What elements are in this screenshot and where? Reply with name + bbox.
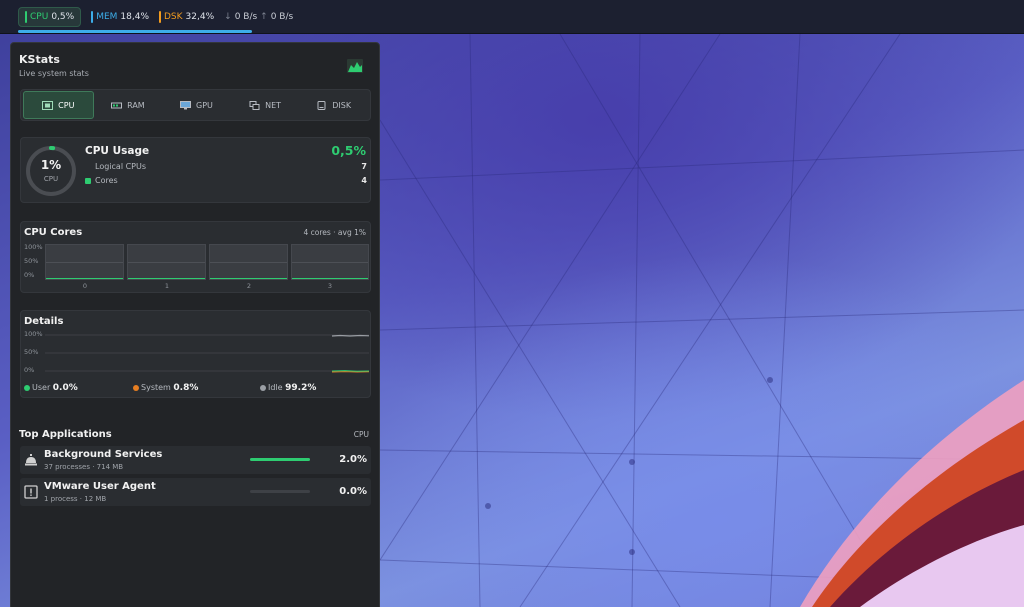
cpu-usage-card: 1% CPU CPU Usage 0,5% Logical CPUs 7 Cor… bbox=[20, 137, 371, 203]
tray-dsk-value: 32,4% bbox=[185, 11, 215, 22]
details-axis-100: 100% bbox=[24, 330, 43, 338]
core-1-label: 1 bbox=[164, 282, 170, 290]
tab-ram[interactable]: RAM bbox=[94, 91, 163, 119]
memory-icon bbox=[111, 101, 123, 110]
tray-cpu-label: CPU bbox=[30, 11, 49, 22]
tab-ram-label: RAM bbox=[127, 100, 145, 110]
user-value: 0.0% bbox=[52, 383, 78, 393]
top-applications-title: Top Applications bbox=[19, 429, 112, 440]
app-details: 37 processes · 714 MB bbox=[44, 463, 124, 471]
details-card: Details 100% 50% 0% User 0.0% System 0.8… bbox=[20, 310, 371, 398]
core-0-label: 0 bbox=[82, 282, 88, 290]
cpu-cores-title: CPU Cores bbox=[24, 227, 83, 238]
app-row-background-services[interactable]: Background Services 37 processes · 714 M… bbox=[20, 446, 371, 474]
cores-value: 4 bbox=[361, 176, 367, 185]
app-cpu-value: 0.0% bbox=[339, 486, 367, 497]
core-3-graph bbox=[291, 244, 369, 280]
cores-row: Cores 4 bbox=[85, 176, 367, 185]
widget-header: KStats Live system stats bbox=[19, 53, 89, 78]
idle-value: 99.2% bbox=[285, 383, 317, 393]
tray-cpu[interactable]: CPU 0,5% bbox=[18, 6, 82, 27]
details-axis-0: 0% bbox=[24, 366, 35, 374]
ring-percent: 1% bbox=[40, 158, 62, 172]
disk-icon bbox=[316, 100, 327, 110]
app-details: 1 process · 12 MB bbox=[44, 495, 107, 503]
legend-system: System 0.8% bbox=[133, 383, 198, 393]
tray-dsk-label: DSK bbox=[164, 11, 183, 22]
logical-cpus-row: Logical CPUs 7 bbox=[85, 162, 367, 171]
dsk-indicator-bar bbox=[159, 10, 161, 23]
cpu-indicator-bar bbox=[25, 10, 27, 23]
tray-mem-value: 18,4% bbox=[120, 11, 149, 22]
tab-net-label: NET bbox=[265, 100, 282, 110]
tray-net-up: 0 B/s bbox=[270, 11, 294, 22]
idle-series-line bbox=[331, 334, 369, 337]
tab-disk-label: DISK bbox=[332, 100, 352, 110]
widget-title: KStats bbox=[19, 53, 60, 66]
user-label: User bbox=[32, 383, 51, 392]
core-2-label: 2 bbox=[246, 282, 252, 290]
tab-cpu[interactable]: CPU bbox=[23, 91, 94, 119]
details-axis-50: 50% bbox=[24, 348, 39, 356]
cpu-cores-meta: 4 cores · avg 1% bbox=[303, 228, 366, 237]
tab-gpu[interactable]: GPU bbox=[162, 91, 231, 119]
service-bell-icon bbox=[25, 454, 37, 466]
cores-axis-0: 0% bbox=[24, 271, 35, 279]
core-3-label: 3 bbox=[327, 282, 333, 290]
vmware-icon bbox=[24, 485, 38, 499]
tray-dsk[interactable]: DSK 32,4% bbox=[159, 10, 215, 23]
ring-label: CPU bbox=[43, 175, 59, 183]
tray-net-down: 0 B/s bbox=[234, 11, 258, 22]
tray-mem[interactable]: MEM 18,4% bbox=[91, 10, 149, 23]
cores-legend-swatch bbox=[85, 177, 91, 184]
resource-tabs: CPU RAM GPU NET DISK bbox=[20, 89, 371, 121]
tab-net[interactable]: NET bbox=[231, 91, 300, 119]
details-title: Details bbox=[24, 316, 64, 327]
core-2-graph bbox=[209, 244, 288, 280]
details-history-graph bbox=[45, 334, 369, 373]
core-0-graph bbox=[45, 244, 124, 280]
system-value: 0.8% bbox=[173, 383, 199, 393]
system-label: System bbox=[141, 383, 171, 392]
cpu-cores-card: CPU Cores 4 cores · avg 1% 100% 50% 0% 0… bbox=[20, 221, 371, 293]
network-icon bbox=[249, 100, 260, 110]
system-monitor-tray[interactable]: CPU 0,5% MEM 18,4% DSK 32,4% ↓ 0 B/s ↑ 0… bbox=[0, 0, 293, 34]
cpu-chip-icon bbox=[42, 100, 54, 110]
tab-gpu-label: GPU bbox=[196, 100, 213, 110]
logical-cpus-value: 7 bbox=[361, 162, 367, 171]
kstats-popup: KStats Live system stats CPU RAM GPU NET… bbox=[10, 42, 380, 607]
user-series-line bbox=[331, 370, 369, 372]
cpu-column-header: CPU bbox=[353, 430, 369, 439]
app-row-vmware-user-agent[interactable]: VMware User Agent 1 process · 12 MB 0.0% bbox=[20, 478, 371, 506]
widget-subtitle: Live system stats bbox=[19, 69, 89, 78]
active-indicator bbox=[18, 29, 252, 33]
legend-user: User 0.0% bbox=[24, 383, 78, 393]
app-cpu-value: 2.0% bbox=[339, 454, 367, 465]
cpu-usage-title: CPU Usage bbox=[85, 145, 150, 157]
top-panel: CPU 0,5% MEM 18,4% DSK 32,4% ↓ 0 B/s ↑ 0… bbox=[0, 0, 1024, 34]
cpu-usage-value: 0,5% bbox=[331, 143, 366, 158]
download-arrow-icon: ↓ bbox=[224, 11, 232, 22]
app-name: VMware User Agent bbox=[44, 481, 156, 492]
idle-label: Idle bbox=[268, 383, 283, 392]
core-1-graph bbox=[127, 244, 206, 280]
cores-axis-100: 100% bbox=[24, 243, 43, 251]
legend-idle: Idle 99.2% bbox=[260, 383, 316, 393]
area-chart-icon[interactable] bbox=[347, 59, 363, 73]
mem-indicator-bar bbox=[91, 10, 94, 23]
logical-cpus-label: Logical CPUs bbox=[95, 162, 147, 171]
app-name: Background Services bbox=[44, 449, 163, 460]
app-cpu-bar bbox=[250, 458, 310, 461]
tab-cpu-label: CPU bbox=[58, 100, 75, 110]
app-cpu-bar bbox=[250, 490, 310, 493]
tab-disk[interactable]: DISK bbox=[299, 91, 368, 119]
cores-axis-50: 50% bbox=[24, 257, 39, 265]
tray-cpu-value: 0,5% bbox=[51, 11, 75, 22]
cores-label: Cores bbox=[95, 176, 118, 185]
tray-net[interactable]: ↓ 0 B/s ↑ 0 B/s bbox=[224, 12, 293, 22]
upload-arrow-icon: ↑ bbox=[260, 11, 268, 22]
monitor-icon bbox=[180, 100, 192, 110]
tray-mem-label: MEM bbox=[96, 11, 118, 22]
